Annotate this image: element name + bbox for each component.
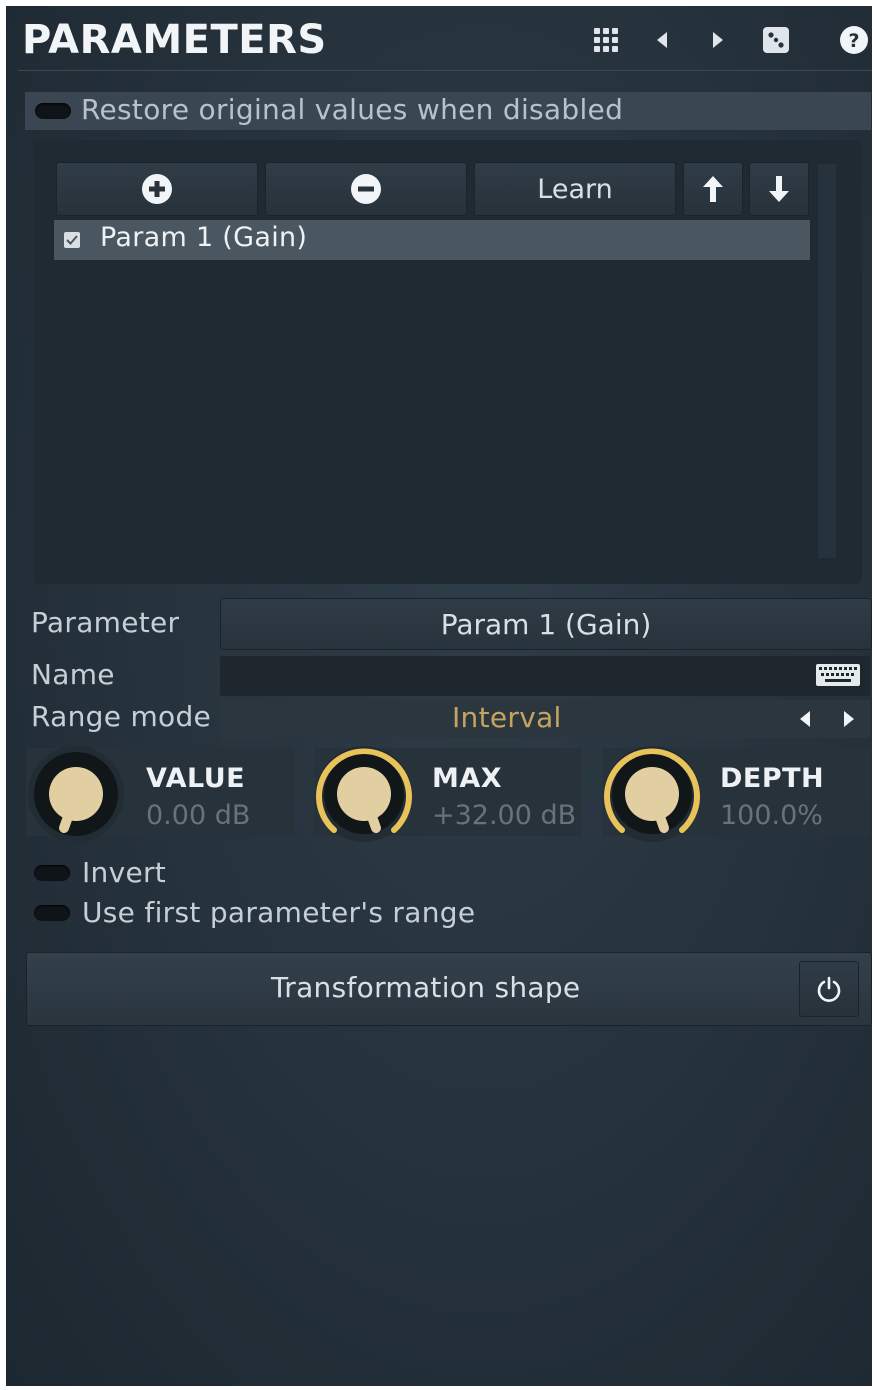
invert-toggle-label: Invert (82, 856, 167, 889)
checkbox-icon[interactable] (64, 232, 80, 248)
dice-icon[interactable] (760, 24, 792, 56)
next-arrow-icon[interactable] (702, 24, 734, 56)
invert-toggle-row[interactable]: Invert (34, 856, 434, 890)
max-knob-readout: +32.00 dB (432, 800, 577, 831)
grid-icon[interactable] (590, 24, 622, 56)
range-prev-arrow-icon[interactable] (798, 710, 812, 728)
transformation-power-button[interactable] (799, 961, 859, 1017)
max-knob-group: MAX +32.00 dB (314, 746, 584, 842)
prev-arrow-icon[interactable] (646, 24, 678, 56)
depth-knob-group: DEPTH 100.0% (602, 746, 870, 842)
invert-toggle-switch[interactable] (34, 865, 70, 881)
max-knob[interactable] (314, 744, 414, 844)
restore-original-toggle-row[interactable]: Restore original values when disabled (25, 92, 871, 130)
use-first-range-toggle-switch[interactable] (34, 905, 70, 921)
transformation-shape-label: Transformation shape (271, 971, 581, 1004)
arrow-up-icon (703, 176, 723, 202)
use-first-range-toggle-row[interactable]: Use first parameter's range (34, 896, 534, 930)
value-knob-group: VALUE 0.00 dB (26, 746, 296, 842)
range-mode-label: Range mode (31, 700, 212, 733)
range-next-arrow-icon[interactable] (842, 710, 856, 728)
use-first-range-toggle-label: Use first parameter's range (82, 896, 476, 929)
parameter-label: Parameter (31, 606, 180, 639)
name-field[interactable] (220, 656, 870, 696)
value-knob[interactable] (26, 744, 126, 844)
restore-toggle-label: Restore original values when disabled (81, 93, 624, 126)
depth-knob-readout: 100.0% (720, 800, 823, 831)
value-knob-title: VALUE (146, 763, 246, 794)
parameter-selector[interactable]: Param 1 (Gain) (220, 598, 872, 650)
header-divider (18, 70, 872, 71)
list-item[interactable]: Param 1 (Gain) (54, 220, 810, 260)
help-icon[interactable]: ? (838, 24, 870, 56)
list-item-label: Param 1 (Gain) (100, 222, 308, 253)
max-knob-title: MAX (432, 763, 503, 794)
arrow-down-icon (769, 176, 789, 202)
range-mode-selector[interactable]: Interval (220, 700, 870, 738)
minus-circle-icon (351, 174, 381, 204)
list-scrollbar[interactable] (818, 164, 836, 558)
remove-parameter-button[interactable] (265, 162, 467, 216)
depth-knob-title: DEPTH (720, 763, 825, 794)
add-parameter-button[interactable] (56, 162, 258, 216)
learn-button[interactable]: Learn (474, 162, 676, 216)
svg-text:?: ? (848, 30, 859, 52)
range-mode-value: Interval (452, 701, 562, 734)
panel-title: PARAMETERS (22, 17, 327, 63)
move-up-button[interactable] (683, 162, 743, 216)
name-label: Name (31, 658, 115, 691)
power-icon (817, 976, 841, 1002)
plus-circle-icon (142, 174, 172, 204)
depth-knob[interactable] (602, 744, 702, 844)
value-knob-readout: 0.00 dB (146, 800, 251, 831)
parameters-panel: PARAMETERS ? Restore original values whe… (6, 6, 872, 1386)
restore-toggle-switch[interactable] (35, 103, 71, 119)
keyboard-icon[interactable] (816, 664, 860, 686)
transformation-shape-button[interactable]: Transformation shape (26, 952, 872, 1026)
move-down-button[interactable] (749, 162, 809, 216)
